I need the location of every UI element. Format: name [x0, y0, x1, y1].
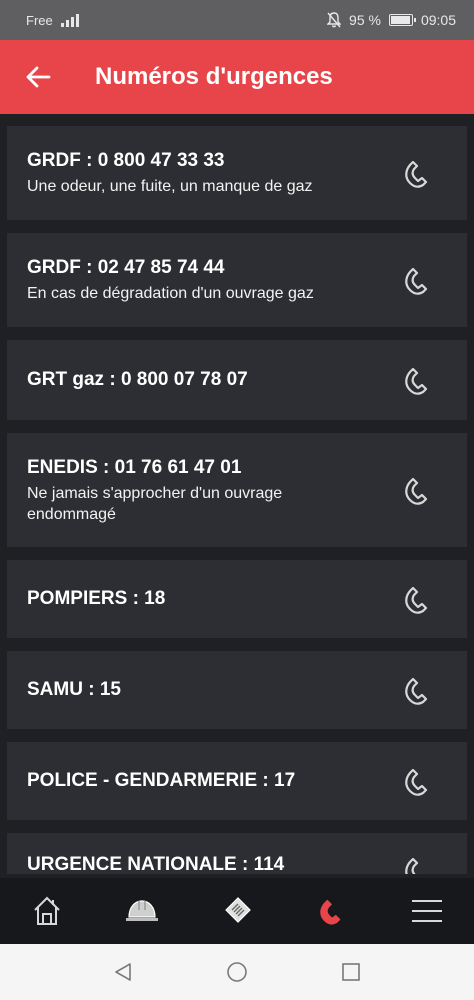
- contact-text: POLICE - GENDARMERIE : 17: [27, 769, 401, 793]
- carrier-label: Free: [26, 12, 53, 28]
- contact-card-police[interactable]: POLICE - GENDARMERIE : 17: [7, 742, 467, 820]
- battery-percent: 95 %: [349, 12, 381, 28]
- contact-title: GRDF : 0 800 47 33 33: [27, 150, 225, 171]
- contact-text: GRDF : 0 800 47 33 33 Une odeur, une fui…: [27, 149, 401, 197]
- system-recents-button[interactable]: [331, 952, 371, 992]
- home-icon: [34, 896, 61, 925]
- status-right: 95 % 09:05: [327, 12, 456, 28]
- home-circle-icon: [227, 962, 247, 982]
- document-icon: [225, 897, 251, 923]
- phone-icon[interactable]: [401, 363, 435, 397]
- contact-card-samu[interactable]: SAMU : 15: [7, 651, 467, 729]
- contact-card-urgence-nationale[interactable]: URGENCE NATIONALE : 114: [7, 833, 467, 874]
- battery-fill: [390, 16, 410, 24]
- contact-card-grt-gaz[interactable]: GRT gaz : 0 800 07 78 07: [7, 340, 467, 420]
- contact-text: ENEDIS : 01 76 61 47 01 Ne jamais s'appr…: [27, 456, 401, 525]
- clock: 09:05: [420, 12, 456, 28]
- contact-card-grdf-damage[interactable]: GRDF : 02 47 85 74 44 En cas de dégradat…: [7, 233, 467, 327]
- system-home-button[interactable]: [217, 952, 257, 992]
- contact-text: POMPIERS : 18: [27, 587, 401, 611]
- contact-title: POLICE - GENDARMERIE : 17: [27, 770, 296, 791]
- recents-square-icon: [342, 963, 360, 981]
- notifications-off-icon: [327, 12, 342, 28]
- nav-home-button[interactable]: [19, 886, 75, 936]
- bottom-nav: [0, 878, 474, 944]
- contact-card-grdf-emergency[interactable]: GRDF : 0 800 47 33 33 Une odeur, une fui…: [7, 126, 467, 220]
- contact-text: SAMU : 15: [27, 678, 401, 702]
- system-nav: [0, 944, 474, 1000]
- phone-icon[interactable]: [401, 673, 435, 707]
- nav-emergency-button[interactable]: [304, 886, 360, 936]
- nav-menu-button[interactable]: [399, 886, 455, 936]
- phone-icon[interactable]: [401, 764, 435, 798]
- contact-subtitle: Ne jamais s'approcher d'un ouvrage endom…: [27, 484, 283, 523]
- page-title: Numéros d'urgences: [95, 63, 333, 90]
- contact-subtitle: En cas de dégradation d'un ouvrage gaz: [27, 285, 314, 302]
- phone-icon[interactable]: [401, 473, 435, 507]
- phone-icon: [320, 899, 341, 925]
- menu-icon: [411, 900, 442, 922]
- back-triangle-icon: [115, 963, 131, 981]
- status-left: Free: [26, 13, 81, 28]
- contact-card-enedis[interactable]: ENEDIS : 01 76 61 47 01 Ne jamais s'appr…: [7, 433, 467, 547]
- nav-documents-button[interactable]: [209, 886, 265, 936]
- contact-subtitle: Une odeur, une fuite, un manque de gaz: [27, 178, 313, 195]
- phone-icon[interactable]: [401, 582, 435, 616]
- emergency-list[interactable]: GRDF : 0 800 47 33 33 Une odeur, une fui…: [0, 114, 474, 874]
- contact-title: GRDF : 02 47 85 74 44: [27, 257, 225, 278]
- contact-title: SAMU : 15: [27, 679, 121, 700]
- contact-title: GRT gaz : 0 800 07 78 07: [27, 369, 248, 390]
- battery-icon: [388, 14, 416, 26]
- contact-card-pompiers[interactable]: POMPIERS : 18: [7, 560, 467, 638]
- contact-text: GRDF : 02 47 85 74 44 En cas de dégradat…: [27, 256, 401, 304]
- nav-safety-button[interactable]: [114, 886, 170, 936]
- contact-title: POMPIERS : 18: [27, 588, 166, 609]
- contact-text: URGENCE NATIONALE : 114: [27, 853, 401, 874]
- phone-icon[interactable]: [401, 156, 435, 190]
- phone-icon[interactable]: [401, 263, 435, 297]
- app-header: Numéros d'urgences: [0, 40, 474, 114]
- helmet-icon: [126, 900, 159, 921]
- system-back-button[interactable]: [103, 952, 143, 992]
- status-bar: Free 95 % 09:05: [0, 0, 474, 40]
- back-button[interactable]: [8, 40, 68, 114]
- contact-title: URGENCE NATIONALE : 114: [27, 854, 285, 874]
- arrow-left-icon: [26, 66, 51, 88]
- signal-icon: [60, 14, 79, 27]
- contact-title: ENEDIS : 01 76 61 47 01: [27, 456, 242, 478]
- phone-icon[interactable]: [401, 853, 435, 874]
- contact-text: GRT gaz : 0 800 07 78 07: [27, 368, 401, 392]
